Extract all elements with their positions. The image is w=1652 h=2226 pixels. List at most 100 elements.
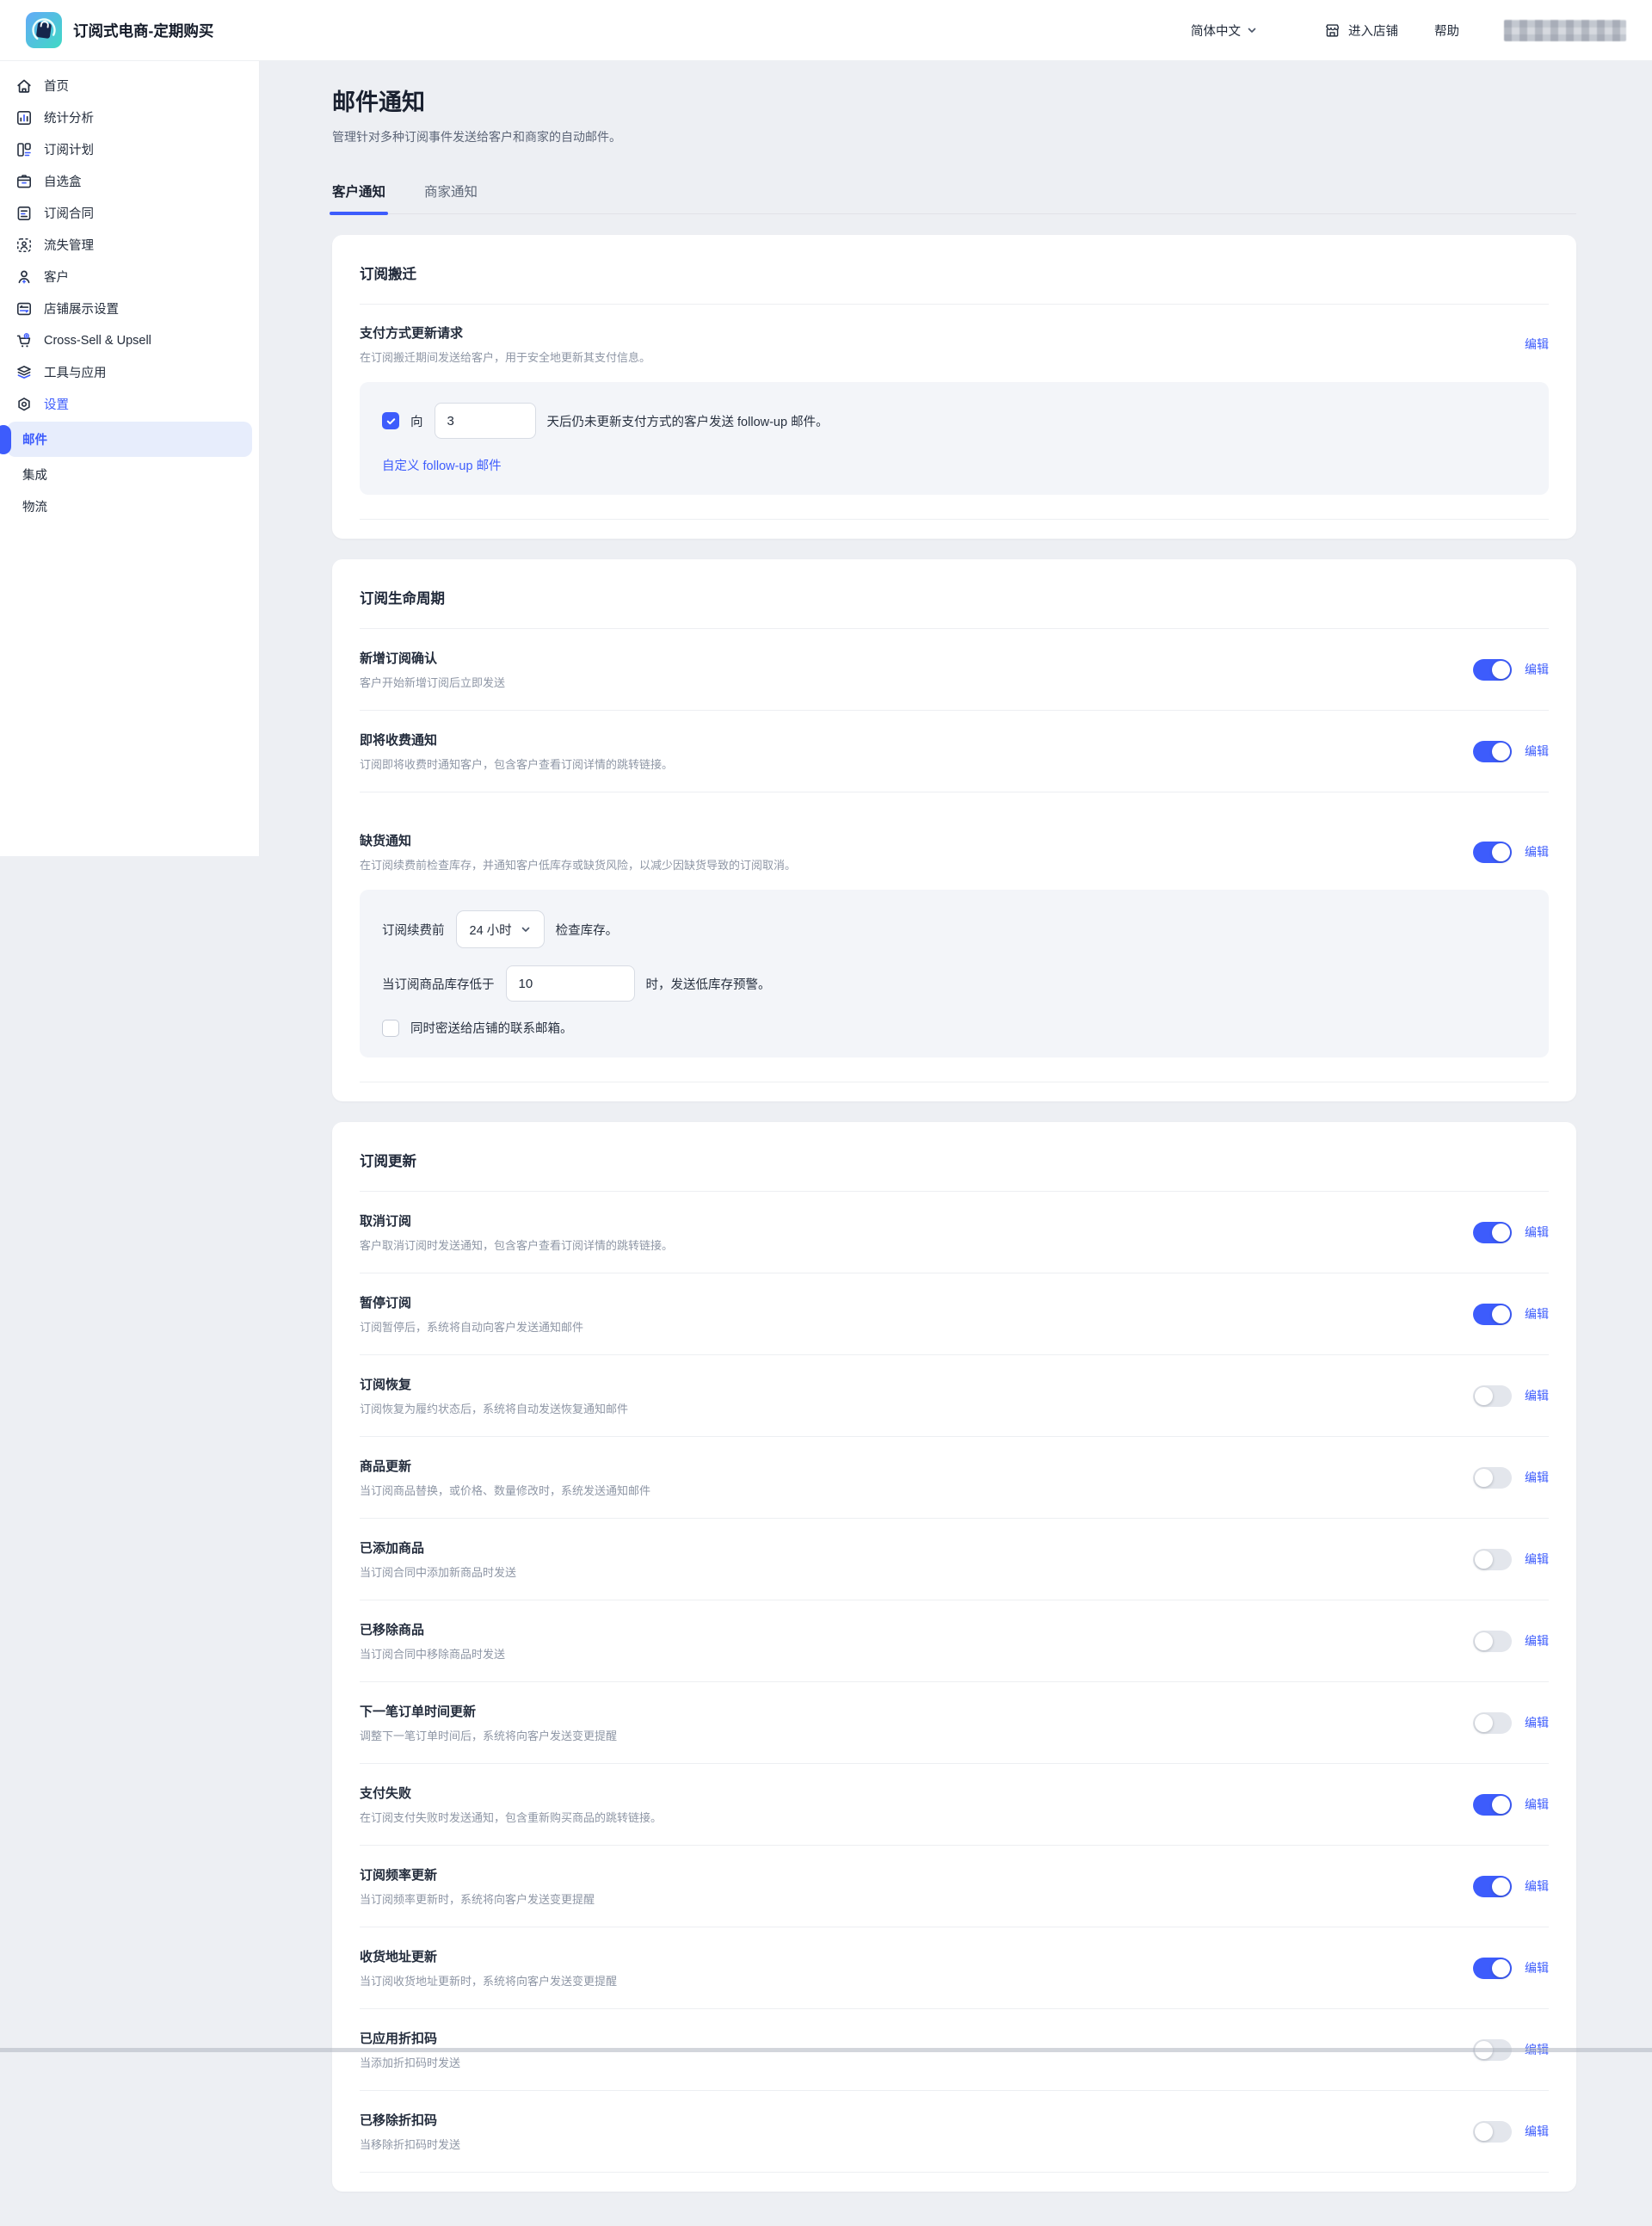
sidebar-item-home[interactable]: 首页 <box>0 70 259 102</box>
card-subscription-lifecycle: 订阅生命周期 新增订阅确认 客户开始新增订阅后立即发送 编辑 即将收费通知 订阅… <box>332 559 1576 1101</box>
edit-link[interactable]: 编辑 <box>1525 743 1549 760</box>
sidebar-item-label: 订阅计划 <box>44 140 94 158</box>
threshold-suffix: 时，发送低库存预警。 <box>646 975 771 993</box>
notification-row: 下一笔订单时间更新 调整下一笔订单时间后，系统将向客户发送变更提醒 编辑 <box>360 1682 1549 1764</box>
sidebar-sub-item-item[interactable]: 集成 <box>0 459 259 490</box>
edit-link[interactable]: 编辑 <box>1525 1959 1549 1976</box>
edit-link[interactable]: 编辑 <box>1525 1632 1549 1649</box>
follow-up-prefix: 向 <box>410 412 423 430</box>
notification-title: 订阅频率更新 <box>360 1865 595 1884</box>
sidebar-item-customer[interactable]: 客户 <box>0 261 259 293</box>
notification-desc: 客户开始新增订阅后立即发送 <box>360 674 505 690</box>
notification-toggle[interactable] <box>1473 659 1512 681</box>
notification-row: 订阅恢复 订阅恢复为履约状态后，系统将自动发送恢复通知邮件 编辑 <box>360 1355 1549 1437</box>
language-label: 简体中文 <box>1191 22 1241 40</box>
edit-link[interactable]: 编辑 <box>1525 1551 1549 1568</box>
notification-desc: 订阅恢复为履约状态后，系统将自动发送恢复通知邮件 <box>360 1400 628 1416</box>
notification-toggle[interactable] <box>1473 1794 1512 1816</box>
notification-row: 商品更新 当订阅商品替换，或价格、数量修改时，系统发送通知邮件 编辑 <box>360 1437 1549 1519</box>
notification-desc: 订阅暂停后，系统将自动向客户发送通知邮件 <box>360 1318 583 1335</box>
edit-link[interactable]: 编辑 <box>1525 336 1549 353</box>
stock-check-prefix: 订阅续费前 <box>382 921 445 939</box>
notification-toggle[interactable] <box>1473 2121 1512 2143</box>
sidebar-item-box[interactable]: 自选盒 <box>0 165 259 197</box>
tab-customer-notifications[interactable]: 客户通知 <box>332 182 385 213</box>
sidebar-sub-item-active[interactable]: 邮件 <box>7 422 252 457</box>
stock-threshold-input[interactable] <box>506 965 635 1002</box>
chevron-down-icon <box>521 924 531 934</box>
customize-follow-up-link[interactable]: 自定义 follow-up 邮件 <box>382 456 502 474</box>
edit-link[interactable]: 编辑 <box>1525 1387 1549 1404</box>
sidebar-item-plan[interactable]: 订阅计划 <box>0 133 259 165</box>
top-header: 订阅式电商-定期购买 简体中文 进入店铺 帮助 <box>0 0 1652 61</box>
edit-link[interactable]: 编辑 <box>1525 2123 1549 2140</box>
notification-toggle[interactable] <box>1473 741 1512 762</box>
edit-link[interactable]: 编辑 <box>1525 661 1549 678</box>
help-link[interactable]: 帮助 <box>1434 22 1459 40</box>
card-subscription-migration: 订阅搬迁 支付方式更新请求 在订阅搬迁期间发送给客户，用于安全地更新其支付信息。… <box>332 235 1576 539</box>
edit-link[interactable]: 编辑 <box>1525 1714 1549 1731</box>
notification-title: 订阅恢复 <box>360 1375 628 1393</box>
sidebar-sub-item-label: 邮件 <box>22 430 47 448</box>
edit-link[interactable]: 编辑 <box>1525 1469 1549 1486</box>
follow-up-suffix: 天后仍未更新支付方式的客户发送 follow-up 邮件。 <box>547 412 829 430</box>
edit-link[interactable]: 编辑 <box>1525 1305 1549 1323</box>
notification-toggle[interactable] <box>1473 1631 1512 1652</box>
sidebar-item-settings[interactable]: 设置 <box>0 388 259 420</box>
follow-up-checkbox[interactable] <box>382 412 399 429</box>
sidebar-item-analytics[interactable]: 统计分析 <box>0 102 259 133</box>
notification-title: 已移除折扣码 <box>360 2111 460 2129</box>
tab-merchant-notifications[interactable]: 商家通知 <box>424 182 478 213</box>
notification-row: 暂停订阅 订阅暂停后，系统将自动向客户发送通知邮件 编辑 <box>360 1273 1549 1355</box>
notification-toggle[interactable] <box>1473 1958 1512 1979</box>
box-icon <box>15 173 33 190</box>
sidebar-sub-item-item[interactable]: 物流 <box>0 490 259 522</box>
account-name-masked[interactable] <box>1504 20 1626 41</box>
edit-link[interactable]: 编辑 <box>1525 1224 1549 1241</box>
sidebar-item-contract[interactable]: 订阅合同 <box>0 197 259 229</box>
notification-title: 取消订阅 <box>360 1212 673 1230</box>
customer-icon <box>15 268 33 286</box>
language-selector[interactable]: 简体中文 <box>1191 22 1257 40</box>
threshold-prefix: 当订阅商品库存低于 <box>382 975 495 993</box>
sidebar-item-display[interactable]: 店铺展示设置 <box>0 293 259 324</box>
sidebar-item-tools[interactable]: 工具与应用 <box>0 356 259 388</box>
notification-row: 已移除折扣码 当移除折扣码时发送 编辑 <box>360 2091 1549 2173</box>
sidebar-item-cross-sell[interactable]: Cross-Sell & Upsell <box>0 324 259 356</box>
edit-link[interactable]: 编辑 <box>1525 1878 1549 1895</box>
notification-toggle[interactable] <box>1473 1876 1512 1897</box>
notification-toggle[interactable] <box>1473 1712 1512 1734</box>
sidebar-item-label: 工具与应用 <box>44 363 107 381</box>
notification-toggle[interactable] <box>1473 1304 1512 1325</box>
sidebar-item-label: 统计分析 <box>44 108 94 126</box>
follow-up-days-input[interactable] <box>435 403 536 439</box>
out-of-stock-row: 缺货通知 在订阅续费前检查库存，并通知客户低库存或缺货风险，以减少因缺货导致的订… <box>360 811 1549 874</box>
follow-up-panel: 向 天后仍未更新支付方式的客户发送 follow-up 邮件。 自定义 foll… <box>360 382 1549 495</box>
tools-icon <box>15 364 33 381</box>
notification-desc: 当添加折扣码时发送 <box>360 2054 460 2070</box>
contract-icon <box>15 205 33 222</box>
notification-toggle[interactable] <box>1473 1222 1512 1243</box>
notification-toggle[interactable] <box>1473 842 1512 863</box>
notification-row: 收货地址更新 当订阅收货地址更新时，系统将向客户发送变更提醒 编辑 <box>360 1927 1549 2009</box>
notification-toggle[interactable] <box>1473 1385 1512 1407</box>
edit-link[interactable]: 编辑 <box>1525 843 1549 860</box>
sidebar-item-label: Cross-Sell & Upsell <box>44 334 151 348</box>
bcc-store-checkbox[interactable] <box>382 1020 399 1037</box>
edit-link[interactable]: 编辑 <box>1525 1796 1549 1813</box>
notification-row: 支付失败 在订阅支付失败时发送通知，包含重新购买商品的跳转链接。 编辑 <box>360 1764 1549 1846</box>
sidebar-item-churn[interactable]: 流失管理 <box>0 229 259 261</box>
notification-title: 已应用折扣码 <box>360 2029 460 2047</box>
enter-store-button[interactable]: 进入店铺 <box>1324 22 1398 40</box>
notification-toggle[interactable] <box>1473 1467 1512 1489</box>
notification-title: 下一笔订单时间更新 <box>360 1702 617 1720</box>
payment-update-section: 支付方式更新请求 在订阅搬迁期间发送给客户，用于安全地更新其支付信息。 编辑 向 <box>360 305 1549 520</box>
notification-toggle[interactable] <box>1473 1549 1512 1570</box>
notification-title: 商品更新 <box>360 1457 650 1475</box>
stock-check-interval-select[interactable]: 24 小时 <box>456 910 545 948</box>
sidebar-item-label: 客户 <box>44 268 69 286</box>
notification-row: 取消订阅 客户取消订阅时发送通知，包含客户查看订阅详情的跳转链接。 编辑 <box>360 1192 1549 1273</box>
notification-title: 已添加商品 <box>360 1538 516 1557</box>
payment-update-row: 支付方式更新请求 在订阅搬迁期间发送给客户，用于安全地更新其支付信息。 编辑 <box>360 324 1549 367</box>
sidebar-item-label: 订阅合同 <box>44 204 94 222</box>
